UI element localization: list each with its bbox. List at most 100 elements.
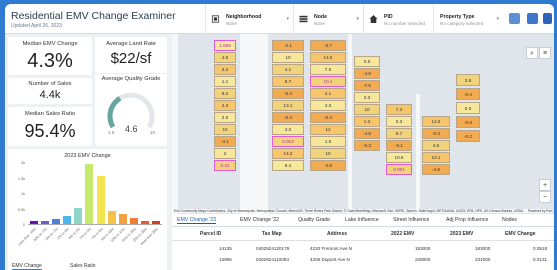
map-parcel[interactable]: 1.665 [214,40,236,51]
map-parcel[interactable]: 12 [310,124,346,135]
tab-adj-prop-influence[interactable]: Adj Prop Influence [446,217,488,223]
chart-bar[interactable] [118,213,127,224]
table-tab-bar: EMV Change '23 EMV Change '22 Quality Gr… [172,214,554,227]
map-parcel[interactable]: 2.3 [354,92,380,103]
map-parcel[interactable]: -7.5 [354,80,380,91]
map-parcel[interactable]: -4.8 [310,160,346,171]
map-parcel[interactable]: 14.5 [310,52,346,63]
map-parcel[interactable]: -0.1 [386,140,412,151]
col-tax-map[interactable]: Tax Map [262,231,282,237]
map-parcel[interactable]: 3.2 [214,64,236,75]
map-parcel[interactable]: -4.8 [422,164,450,175]
map-parcel[interactable]: 10 [214,124,236,135]
map-parcel[interactable]: -0.4 [456,88,480,100]
map-parcel[interactable]: 6.7 [386,128,412,139]
tab-quality-grade[interactable]: Quality Grade [298,217,330,223]
map-parcel[interactable]: 10.6 [386,152,412,163]
cell-address: 4220 Fremont Ave N [310,246,353,251]
chart-bar[interactable] [107,210,116,224]
chart-bar[interactable] [51,219,60,224]
map-parcel[interactable]: 0.013 [272,136,304,147]
map-parcel[interactable]: 7.3 [386,104,412,115]
col-2022-emv[interactable]: 2022 EMV [391,231,414,237]
map-parcel[interactable]: 8.7 [272,76,304,87]
tab-nodes[interactable]: Nodes [502,217,517,223]
filter-node[interactable]: Node None ▾ [293,4,363,34]
chart-bar[interactable] [96,175,105,224]
chart-bar[interactable] [152,221,161,224]
map-parcel[interactable]: -0.4 [310,112,346,123]
tab-emv-change-22[interactable]: EMV Change '22 [240,217,279,223]
map-parcel[interactable]: 12.5 [422,116,450,127]
col-emv-change[interactable]: EMV Change [505,231,536,237]
chart-bar[interactable] [29,220,38,224]
col-address[interactable]: Address [327,231,347,237]
map-parcel[interactable]: 1.5 [310,136,346,147]
map-parcel[interactable]: 1.1 [214,76,236,87]
map-parcel[interactable]: 2 [214,148,236,159]
filter-neighborhood[interactable]: Neighborhood None ▾ [205,4,293,34]
map-parcel[interactable]: 2.8 [456,74,480,86]
map-parcel[interactable]: -4.8 [354,128,380,139]
map-attribution-text: Esri Community Maps Contributors, City o… [174,209,524,213]
tab-street-influence[interactable]: Street Influence [393,217,429,223]
chart-bar[interactable] [63,215,72,224]
chart-bar[interactable] [74,207,83,224]
map-parcel[interactable]: 7.5 [310,64,346,75]
filter-pid[interactable]: PID No number selected [363,4,433,34]
map-parcel[interactable]: 4.1 [310,88,346,99]
map-parcel[interactable]: -3.1 [214,136,236,147]
filter-property-type[interactable]: Property Type No category selected ▾ [433,4,503,34]
map-parcel[interactable]: -0.3 [422,128,450,139]
map-parcel[interactable]: -3.7 [310,40,346,51]
map-parcel[interactable]: 2.3 [214,100,236,111]
map-parcel[interactable]: 0.8 [354,56,380,67]
map-parcel[interactable]: -5.4 [272,88,304,99]
chart-bar[interactable] [130,218,139,224]
map-parcel[interactable]: 4.0 [272,124,304,135]
map-parcel[interactable]: 10 [272,52,304,63]
col-parcel-id[interactable]: Parcel ID [200,231,221,237]
map-parcel[interactable]: -0.2 [456,130,480,142]
map-parcel[interactable]: -4.8 [354,68,380,79]
map-parcel[interactable]: 0.3 [456,102,480,114]
chart-bar[interactable] [85,163,94,224]
info-icon[interactable] [527,13,538,24]
map-parcel[interactable]: 9.2 [214,88,236,99]
tab-emv-change-23[interactable]: EMV Change '23 [177,217,217,224]
map-parcel[interactable]: 2.5 [214,112,236,123]
map-parcel[interactable]: 10 [310,148,346,159]
tab-sales-ratio[interactable]: Sales Ratio [70,263,96,269]
map-parcel[interactable]: 13.1 [272,100,304,111]
map-parcel[interactable]: 4.1 [272,64,304,75]
col-2023-emv[interactable]: 2023 EMV [450,231,473,237]
map-parcel[interactable]: 0.3 [386,116,412,127]
map-parcel[interactable]: 14.2 [272,148,304,159]
map-parcel[interactable]: 4.5 [214,52,236,63]
tab-lake-influence[interactable]: Lake Influence [345,217,379,223]
chart-y-tick: 0.5k [17,207,25,212]
chart-bar[interactable] [141,220,150,224]
map-parcel[interactable]: -0.3 [354,140,380,151]
search-icon[interactable]: ⌕ [526,47,538,59]
map-parcel[interactable]: 10.1 [310,76,346,87]
chart-bar[interactable] [40,221,49,224]
map-parcel[interactable]: 0.001 [386,164,412,175]
tab-emv-change[interactable]: EMV Change [12,263,42,270]
map-parcel[interactable]: 9.4 [272,160,304,171]
map-parcel[interactable]: 4.5 [422,140,450,151]
zoom-out-button[interactable]: − [539,191,551,203]
layers-icon[interactable]: ≡ [539,47,551,59]
map-parcel[interactable]: -0.4 [272,112,304,123]
map-parcel[interactable]: 0.31 [214,160,236,171]
menu-icon[interactable] [543,13,552,24]
map-parcel[interactable]: 10 [354,104,380,115]
map-parcel[interactable]: -2.1 [272,40,304,51]
map-parcel[interactable]: -0.8 [456,116,480,128]
map-parcel[interactable]: 1.3 [354,116,380,127]
map-parcel[interactable]: 4.3 [310,100,346,111]
zoom-in-button[interactable]: + [539,179,551,191]
map-parcel[interactable]: 10.1 [422,152,450,163]
parcel-map[interactable]: 1.665 4.5 3.2 1.1 9.2 2.3 2.5 10 -3.1 2 0.31 -2.1 10… [172,34,554,214]
share-icon[interactable] [509,13,520,24]
